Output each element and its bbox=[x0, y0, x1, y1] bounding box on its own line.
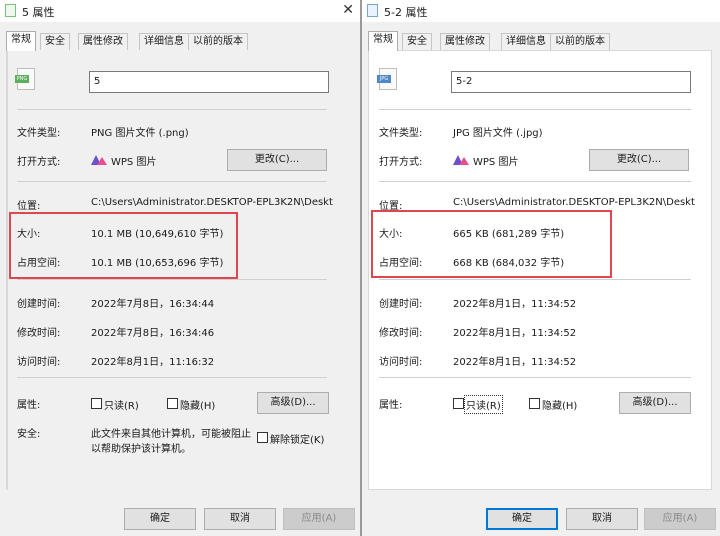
properties-dialog-left: 5 属性 ✕ 常规 安全 属性修改 详细信息 以前的版本 PNG 5 文件类型:… bbox=[0, 0, 360, 536]
security-label: 安全: bbox=[17, 429, 41, 440]
file-type-label: 文件类型: bbox=[17, 128, 61, 139]
window-title: 5 属性 bbox=[22, 6, 55, 19]
separator bbox=[379, 377, 691, 378]
unblock-checkbox[interactable] bbox=[257, 432, 268, 443]
separator bbox=[17, 109, 327, 110]
modified-label: 修改时间: bbox=[379, 328, 423, 339]
hidden-label[interactable]: 隐藏(H) bbox=[180, 397, 215, 412]
file-icon bbox=[5, 4, 16, 17]
tab-previous-versions[interactable]: 以前的版本 bbox=[188, 33, 248, 50]
title-bar[interactable]: 5-2 属性 bbox=[362, 0, 720, 22]
ok-button[interactable]: 确定 bbox=[124, 508, 196, 530]
tab-general[interactable]: 常规 bbox=[368, 31, 398, 51]
apply-button[interactable]: 应用(A) bbox=[283, 508, 355, 530]
readonly-checkbox[interactable] bbox=[91, 398, 102, 409]
accessed-value: 2022年8月1日，11:34:52 bbox=[453, 357, 577, 368]
modified-value: 2022年7月8日，16:34:46 bbox=[91, 328, 215, 339]
file-type-value: PNG 图片文件 (.png) bbox=[91, 128, 189, 139]
cancel-button[interactable]: 取消 bbox=[566, 508, 638, 530]
tab-general[interactable]: 常规 bbox=[6, 31, 36, 51]
change-button[interactable]: 更改(C)... bbox=[227, 149, 327, 171]
unblock-label[interactable]: 解除锁定(K) bbox=[270, 431, 324, 446]
security-text-line1: 此文件来自其他计算机，可能被阻止 bbox=[91, 429, 251, 440]
separator bbox=[17, 279, 327, 280]
separator bbox=[17, 377, 327, 378]
separator bbox=[379, 279, 691, 280]
readonly-checkbox[interactable] bbox=[453, 398, 464, 409]
created-label: 创建时间: bbox=[17, 299, 61, 310]
readonly-label[interactable]: 只读(R) bbox=[464, 395, 503, 414]
hidden-checkbox[interactable] bbox=[529, 398, 540, 409]
tab-security[interactable]: 安全 bbox=[402, 33, 432, 50]
location-label: 位置: bbox=[17, 201, 41, 212]
hidden-checkbox[interactable] bbox=[167, 398, 178, 409]
modified-value: 2022年8月1日，11:34:52 bbox=[453, 328, 577, 339]
filename-input[interactable]: 5-2 bbox=[451, 71, 691, 93]
window-title: 5-2 属性 bbox=[384, 6, 428, 19]
tab-security[interactable]: 安全 bbox=[40, 33, 70, 50]
ok-button[interactable]: 确定 bbox=[486, 508, 558, 530]
location-value: C:\Users\Administrator.DESKTOP-EPL3K2N\D… bbox=[91, 197, 333, 208]
advanced-button[interactable]: 高级(D)... bbox=[619, 392, 691, 414]
open-with-label: 打开方式: bbox=[17, 157, 61, 168]
advanced-button[interactable]: 高级(D)... bbox=[257, 392, 329, 414]
created-value: 2022年7月8日，16:34:44 bbox=[91, 299, 215, 310]
location-value: C:\Users\Administrator.DESKTOP-EPL3K2N\D… bbox=[453, 197, 695, 208]
created-label: 创建时间: bbox=[379, 299, 423, 310]
hidden-label[interactable]: 隐藏(H) bbox=[542, 397, 577, 412]
title-bar[interactable]: 5 属性 ✕ bbox=[0, 0, 360, 22]
open-with-value: WPS 图片 bbox=[473, 157, 519, 168]
change-button[interactable]: 更改(C)... bbox=[589, 149, 689, 171]
file-icon bbox=[367, 4, 378, 17]
cancel-button[interactable]: 取消 bbox=[204, 508, 276, 530]
attributes-label: 属性: bbox=[17, 400, 41, 411]
separator bbox=[379, 109, 691, 110]
highlight-box bbox=[371, 210, 612, 278]
tab-details[interactable]: 详细信息 bbox=[501, 33, 551, 50]
modified-label: 修改时间: bbox=[17, 328, 61, 339]
attributes-label: 属性: bbox=[379, 400, 403, 411]
accessed-label: 访问时间: bbox=[379, 357, 423, 368]
open-with-label: 打开方式: bbox=[379, 157, 423, 168]
file-type-icon: JPG bbox=[377, 68, 397, 90]
readonly-label[interactable]: 只读(R) bbox=[104, 397, 139, 412]
filename-input[interactable]: 5 bbox=[89, 71, 329, 93]
tab-attribute-edit[interactable]: 属性修改 bbox=[78, 33, 128, 50]
accessed-label: 访问时间: bbox=[17, 357, 61, 368]
tab-details[interactable]: 详细信息 bbox=[139, 33, 189, 50]
accessed-value: 2022年8月1日，11:16:32 bbox=[91, 357, 215, 368]
file-type-label: 文件类型: bbox=[379, 128, 423, 139]
created-value: 2022年8月1日，11:34:52 bbox=[453, 299, 577, 310]
close-icon[interactable]: ✕ bbox=[342, 2, 354, 18]
file-type-value: JPG 图片文件 (.jpg) bbox=[453, 128, 543, 139]
wps-image-icon bbox=[91, 153, 107, 165]
wps-image-icon bbox=[453, 153, 469, 165]
highlight-box bbox=[9, 212, 238, 279]
separator bbox=[17, 181, 327, 182]
open-with-value: WPS 图片 bbox=[111, 157, 157, 168]
properties-dialog-right: 5-2 属性 常规 安全 属性修改 详细信息 以前的版本 JPG 5-2 文件类… bbox=[362, 0, 720, 536]
file-type-icon: PNG bbox=[15, 68, 35, 90]
apply-button[interactable]: 应用(A) bbox=[644, 508, 716, 530]
tab-attribute-edit[interactable]: 属性修改 bbox=[440, 33, 490, 50]
security-text-line2: 以帮助保护该计算机。 bbox=[91, 444, 191, 455]
general-panel: PNG 5 文件类型: PNG 图片文件 (.png) 打开方式: WPS 图片… bbox=[6, 50, 333, 490]
separator bbox=[379, 181, 691, 182]
tab-previous-versions[interactable]: 以前的版本 bbox=[550, 33, 610, 50]
